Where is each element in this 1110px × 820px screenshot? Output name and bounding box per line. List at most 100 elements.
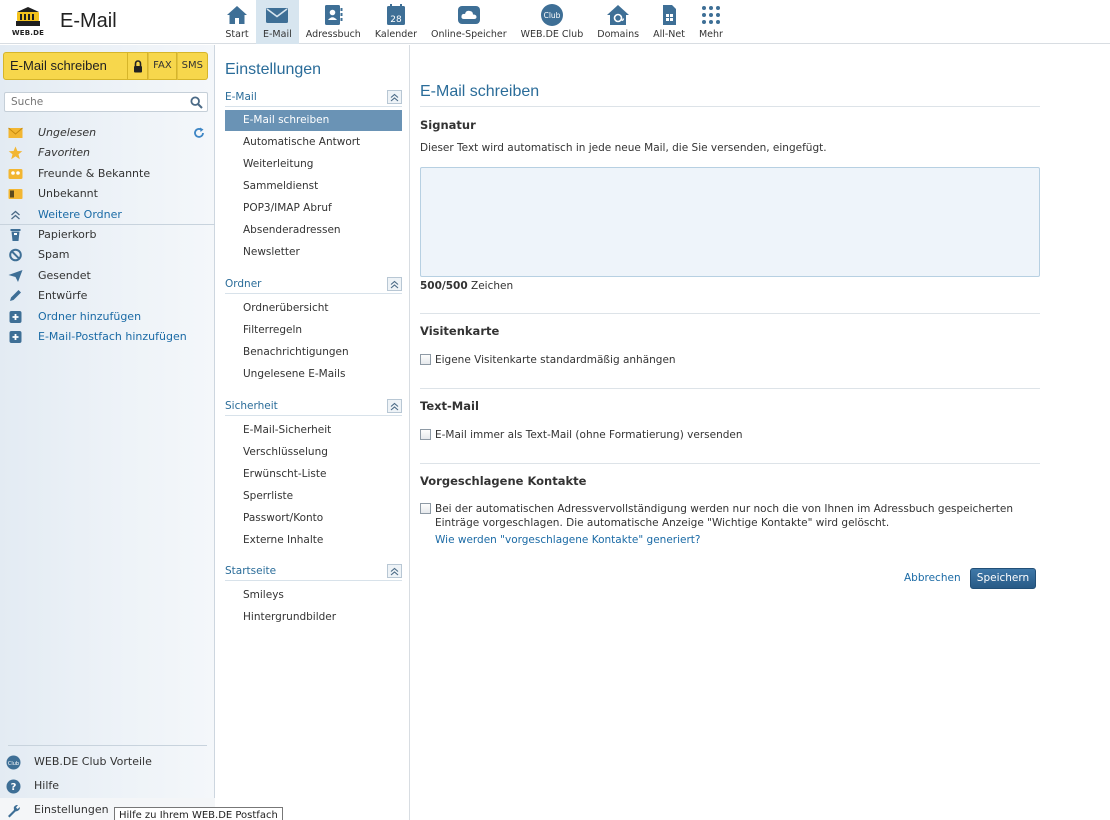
search-input[interactable] [5,93,185,111]
business-card-option[interactable]: Eigene Visitenkarte standardmäßig anhäng… [420,353,1040,367]
settings-nav: Einstellungen E-Mail E-Mail schreiben Au… [216,45,410,820]
settings-group-email: E-Mail E-Mail schreiben Automatische Ant… [225,89,402,263]
folder-spam[interactable]: Spam [0,245,215,265]
logo-text: WEB.DE [11,29,45,37]
club-badge: Club [544,11,561,20]
nav-label: All-Net [653,29,685,40]
settings-item-forwarding[interactable]: Weiterleitung [225,153,402,175]
cancel-button[interactable]: Abbrechen [904,572,961,584]
settings-item-folder-overview[interactable]: Ordnerübersicht [225,297,402,319]
folder-unknown[interactable]: Unbekannt [0,184,215,204]
tooltip: Hilfe zu Ihrem WEB.DE Postfach [114,807,283,820]
text-mail-checkbox[interactable] [420,429,431,440]
settings-title: Einstellungen [225,61,322,78]
nav-email[interactable]: E-Mail [256,0,299,44]
chevron-up-icon [390,402,399,410]
settings-item-encryption[interactable]: Verschlüsselung [225,441,402,463]
nav-label: Adressbuch [305,29,361,40]
home-icon [225,3,249,27]
nav-label: Kalender [374,29,418,40]
folder-trash[interactable]: Papierkorb [0,225,215,245]
folder-friends[interactable]: Freunde & Bekannte [0,164,215,184]
collapse-button[interactable] [387,90,402,104]
settings-item-collector[interactable]: Sammeldienst [225,175,402,197]
unknown-icon [8,189,23,200]
text-mail-option[interactable]: E-Mail immer als Text-Mail (ohne Formati… [420,428,1040,442]
crown-icon [16,7,40,26]
checkbox-label: Eigene Visitenkarte standardmäßig anhäng… [435,354,676,366]
signature-textarea[interactable] [420,167,1040,277]
nav-club[interactable]: Club WEB.DE Club [514,0,591,44]
folder-sent[interactable]: Gesendet [0,266,215,286]
nav-address-book[interactable]: Adressbuch [299,0,368,44]
link-label: Hilfe [34,779,60,792]
compose-button[interactable]: E-Mail schreiben [3,52,129,80]
collapse-button[interactable] [387,399,402,413]
collapse-button[interactable] [387,277,402,291]
club-benefits-link[interactable]: Club WEB.DE Club Vorteile [0,750,215,774]
settings-item-sender-addresses[interactable]: Absenderadressen [225,219,402,241]
add-folder-link[interactable]: Ordner hinzufügen [0,307,215,327]
settings-item-password-account[interactable]: Passwort/Konto [225,507,402,529]
settings-item-block-list[interactable]: Sperrliste [225,485,402,507]
business-card-heading: Visitenkarte [420,324,500,338]
suggested-contacts-help-link[interactable]: Wie werden "vorgeschlagene Kontakte" gen… [435,534,700,546]
nav-label: Domains [597,29,640,40]
save-button[interactable]: Speichern [970,568,1036,589]
wrench-icon [8,805,20,818]
folder-drafts[interactable]: Entwürfe [0,286,215,306]
fax-button[interactable]: FAX [148,52,177,80]
folder-favorites[interactable]: Favoriten [0,143,215,163]
business-card-checkbox[interactable] [420,354,431,365]
nav-all-net[interactable]: All-Net [646,0,692,44]
star-icon [8,146,23,160]
settings-item-allow-list[interactable]: Erwünscht-Liste [225,463,402,485]
sms-button[interactable]: SMS [176,52,208,80]
nav-label: Online-Speicher [431,29,507,40]
grid-icon [699,3,723,27]
nav-domains[interactable]: Domains [590,0,646,44]
collapse-button[interactable] [387,564,402,578]
domains-icon [606,3,630,27]
settings-item-backgrounds[interactable]: Hintergrundbilder [225,606,402,628]
calendar-icon: 28 [384,3,408,27]
divider [420,388,1040,389]
club-badge: Club [8,761,19,767]
add-mailbox-link[interactable]: E-Mail-Postfach hinzufügen [0,327,215,347]
nav-start[interactable]: Start [218,0,256,44]
settings-item-email-security[interactable]: E-Mail-Sicherheit [225,419,402,441]
link-label: Einstellungen [34,803,109,816]
search-icon[interactable] [190,96,203,109]
nav-more[interactable]: Mehr [692,0,730,44]
group-heading: E-Mail [225,89,402,107]
nav-online-storage[interactable]: Online-Speicher [424,0,514,44]
help-badge: ? [11,782,17,793]
nav-label: WEB.DE Club [520,29,584,40]
help-link[interactable]: ? Hilfe [0,774,215,798]
lock-icon[interactable] [128,52,149,80]
app-title: E-Mail [60,10,117,32]
cloud-icon [457,3,481,27]
divider [420,463,1040,464]
trash-icon [10,228,21,241]
envelope-icon [265,3,289,27]
settings-item-auto-reply[interactable]: Automatische Antwort [225,131,402,153]
webde-logo[interactable]: WEB.DE [8,4,48,40]
settings-item-newsletter[interactable]: Newsletter [225,241,402,263]
settings-item-filter-rules[interactable]: Filterregeln [225,319,402,341]
settings-item-pop3-imap[interactable]: POP3/IMAP Abruf [225,197,402,219]
envelope-icon [8,127,23,138]
settings-item-compose[interactable]: E-Mail schreiben [225,110,402,131]
suggested-contacts-option[interactable]: Bei der automatischen Adressvervollständ… [420,502,1040,530]
suggested-contacts-checkbox[interactable] [420,503,431,514]
folder-more-folders[interactable]: Weitere Ordner [0,205,215,225]
nav-calendar[interactable]: 28 Kalender [368,0,424,44]
settings-item-smileys[interactable]: Smileys [225,584,402,606]
search-box [4,92,208,112]
folder-unread[interactable]: Ungelesen [0,123,215,143]
sim-card-icon [657,3,681,27]
settings-item-external-content[interactable]: Externe Inhalte [225,529,402,551]
settings-item-unread-emails[interactable]: Ungelesene E-Mails [225,363,402,385]
settings-item-notifications[interactable]: Benachrichtigungen [225,341,402,363]
refresh-icon[interactable] [193,127,205,139]
